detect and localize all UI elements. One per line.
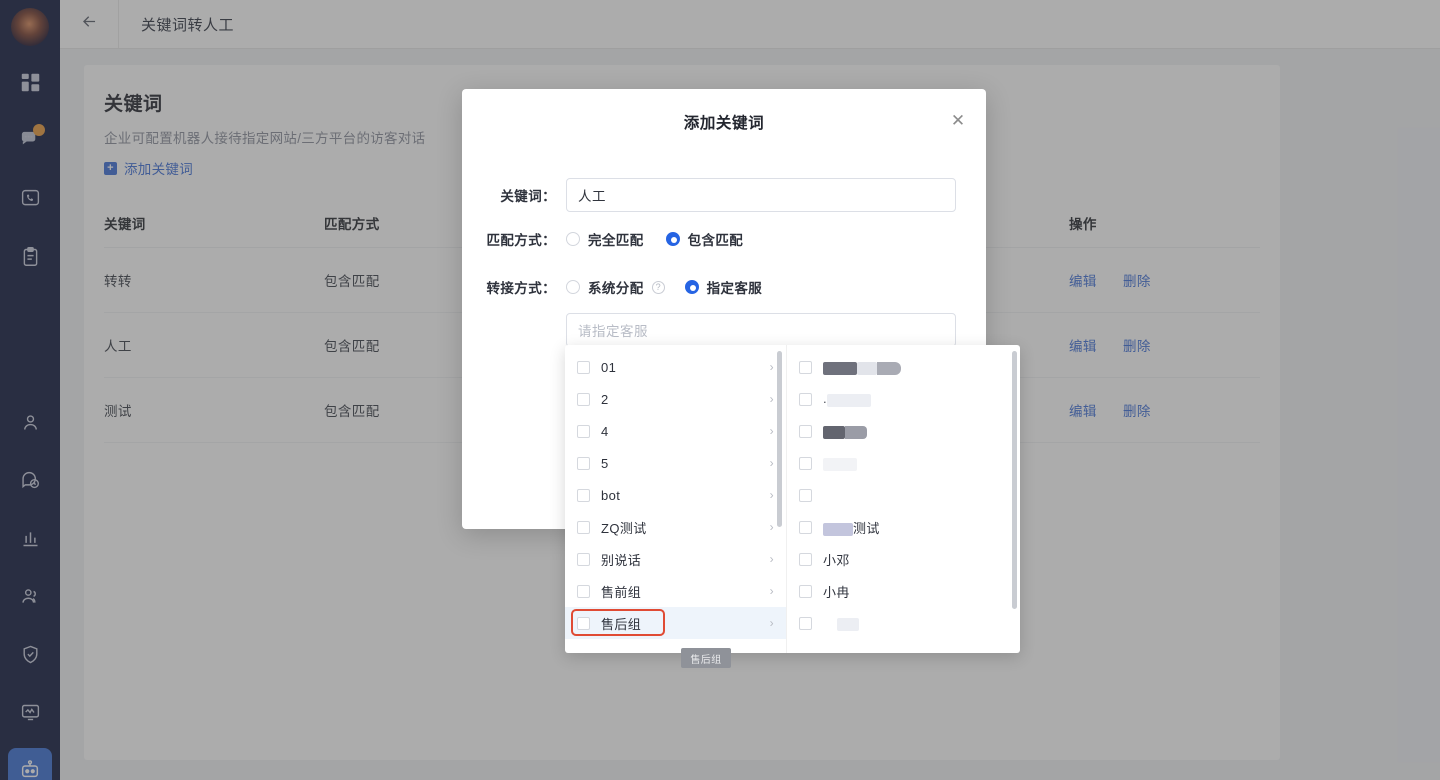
checkbox-icon[interactable] bbox=[577, 520, 590, 534]
dropdown-agent-item[interactable] bbox=[787, 607, 1020, 639]
radio-system-assign[interactable]: 系统分配 bbox=[566, 277, 644, 297]
radio-exact-match[interactable]: 完全匹配 bbox=[566, 229, 644, 249]
agent-label: 小冉 bbox=[823, 584, 850, 600]
radio-dot-selected-icon bbox=[684, 280, 699, 294]
dialog-title: 添加关键词 bbox=[683, 115, 765, 132]
dropdown-agent-item[interactable] bbox=[787, 479, 1020, 511]
match-mode-label: 匹配方式： bbox=[486, 233, 556, 248]
dropdown-group-item[interactable]: 别说话 › bbox=[565, 543, 786, 575]
checkbox-icon[interactable] bbox=[577, 392, 590, 406]
chevron-right-icon: › bbox=[769, 616, 774, 630]
dropdown-group-item[interactable]: 4 › bbox=[565, 415, 786, 447]
agent-label bbox=[823, 455, 1008, 471]
dropdown-agents-panel: . 测试 小邓 小冉 bbox=[787, 345, 1020, 653]
checkbox-icon[interactable] bbox=[577, 488, 590, 502]
dropdown-agent-item[interactable] bbox=[787, 415, 1020, 447]
agent-label: 小邓 bbox=[823, 552, 850, 568]
checkbox-icon[interactable] bbox=[577, 616, 590, 630]
chevron-right-icon: › bbox=[769, 392, 774, 406]
tooltip: 售后组 bbox=[681, 648, 731, 668]
group-label: 2 bbox=[601, 391, 609, 407]
checkbox-icon[interactable] bbox=[577, 456, 590, 470]
group-label: 售前组 bbox=[601, 584, 642, 600]
group-label: 01 bbox=[601, 359, 617, 375]
dropdown-agent-item[interactable]: 小冉 bbox=[787, 575, 1020, 607]
match-mode-row: 匹配方式： 完全匹配 包含匹配 bbox=[462, 229, 986, 249]
dropdown-agent-item[interactable]: . bbox=[787, 383, 1020, 415]
agent-select-row: 请指定客服 bbox=[462, 313, 986, 347]
dropdown-right-scrollbar[interactable] bbox=[1012, 351, 1017, 609]
agent-label bbox=[823, 359, 1008, 375]
chevron-right-icon: › bbox=[769, 424, 774, 438]
keyword-label: 关键词： bbox=[500, 189, 556, 204]
checkbox-icon[interactable] bbox=[577, 552, 590, 566]
transfer-mode-row: 转接方式： 系统分配 ? 指定客服 bbox=[462, 277, 986, 297]
agent-label bbox=[823, 423, 1008, 439]
group-label: 4 bbox=[601, 423, 609, 439]
checkbox-icon[interactable] bbox=[799, 360, 812, 374]
checkbox-icon[interactable] bbox=[799, 392, 812, 406]
checkbox-icon[interactable] bbox=[799, 552, 812, 566]
dropdown-agent-item[interactable]: 测试 bbox=[787, 511, 1020, 543]
transfer-mode-label: 转接方式： bbox=[486, 281, 556, 296]
checkbox-icon[interactable] bbox=[799, 520, 812, 534]
checkbox-icon[interactable] bbox=[799, 488, 812, 502]
radio-contains-match[interactable]: 包含匹配 bbox=[665, 229, 744, 249]
radio-dot-icon bbox=[566, 232, 580, 246]
dropdown-group-item[interactable]: 2 › bbox=[565, 383, 786, 415]
dropdown-left-scrollbar[interactable] bbox=[777, 351, 782, 527]
checkbox-icon[interactable] bbox=[799, 424, 812, 438]
agent-label: 测试 bbox=[823, 518, 1008, 537]
radio-dot-selected-icon bbox=[665, 232, 680, 246]
group-label: bot bbox=[601, 487, 621, 503]
checkbox-icon[interactable] bbox=[799, 584, 812, 598]
radio-system-label: 系统分配 bbox=[588, 281, 644, 296]
chevron-right-icon: › bbox=[769, 552, 774, 566]
group-label: 售后组 bbox=[601, 616, 642, 632]
chevron-right-icon: › bbox=[769, 456, 774, 470]
checkbox-icon[interactable] bbox=[577, 584, 590, 598]
checkbox-icon[interactable] bbox=[799, 616, 812, 630]
dropdown-groups-panel: 01 › 2 › 4 › 5 › bot › ZQ测试 › 别说话 › 售前组 … bbox=[565, 345, 787, 653]
dropdown-agent-item[interactable]: 小邓 bbox=[787, 543, 1020, 575]
dropdown-group-item[interactable]: 售前组 › bbox=[565, 575, 786, 607]
dropdown-group-item[interactable]: bot › bbox=[565, 479, 786, 511]
keyword-field-row: 关键词： bbox=[462, 178, 986, 212]
keyword-input[interactable] bbox=[566, 178, 956, 212]
radio-specific-agent[interactable]: 指定客服 bbox=[684, 277, 763, 297]
group-label: 5 bbox=[601, 455, 609, 471]
dropdown-agent-item[interactable] bbox=[787, 351, 1020, 383]
chevron-right-icon: › bbox=[769, 520, 774, 534]
dropdown-group-item[interactable]: ZQ测试 › bbox=[565, 511, 786, 543]
group-label: ZQ测试 bbox=[601, 520, 647, 536]
dropdown-agent-item[interactable] bbox=[787, 447, 1020, 479]
checkbox-icon[interactable] bbox=[799, 456, 812, 470]
chevron-right-icon: › bbox=[769, 488, 774, 502]
agent-select-input[interactable]: 请指定客服 bbox=[566, 313, 956, 347]
dropdown-group-item[interactable]: 01 › bbox=[565, 351, 786, 383]
agent-select-dropdown: 01 › 2 › 4 › 5 › bot › ZQ测试 › 别说话 › 售前组 … bbox=[565, 345, 1020, 653]
dropdown-group-item[interactable]: 5 › bbox=[565, 447, 786, 479]
dropdown-group-item-selected[interactable]: 售后组 › bbox=[565, 607, 786, 639]
close-icon[interactable]: ✕ bbox=[948, 110, 968, 130]
radio-contains-label: 包含匹配 bbox=[687, 233, 744, 248]
checkbox-icon[interactable] bbox=[577, 360, 590, 374]
radio-exact-label: 完全匹配 bbox=[588, 233, 644, 248]
checkbox-icon[interactable] bbox=[577, 424, 590, 438]
chevron-right-icon: › bbox=[769, 360, 774, 374]
radio-agent-label: 指定客服 bbox=[706, 281, 763, 296]
chevron-right-icon: › bbox=[769, 584, 774, 598]
radio-dot-icon bbox=[566, 280, 580, 294]
info-icon[interactable]: ? bbox=[651, 280, 665, 294]
group-label: 别说话 bbox=[601, 552, 642, 568]
agent-label: . bbox=[823, 391, 1008, 407]
agent-label bbox=[823, 615, 1008, 631]
